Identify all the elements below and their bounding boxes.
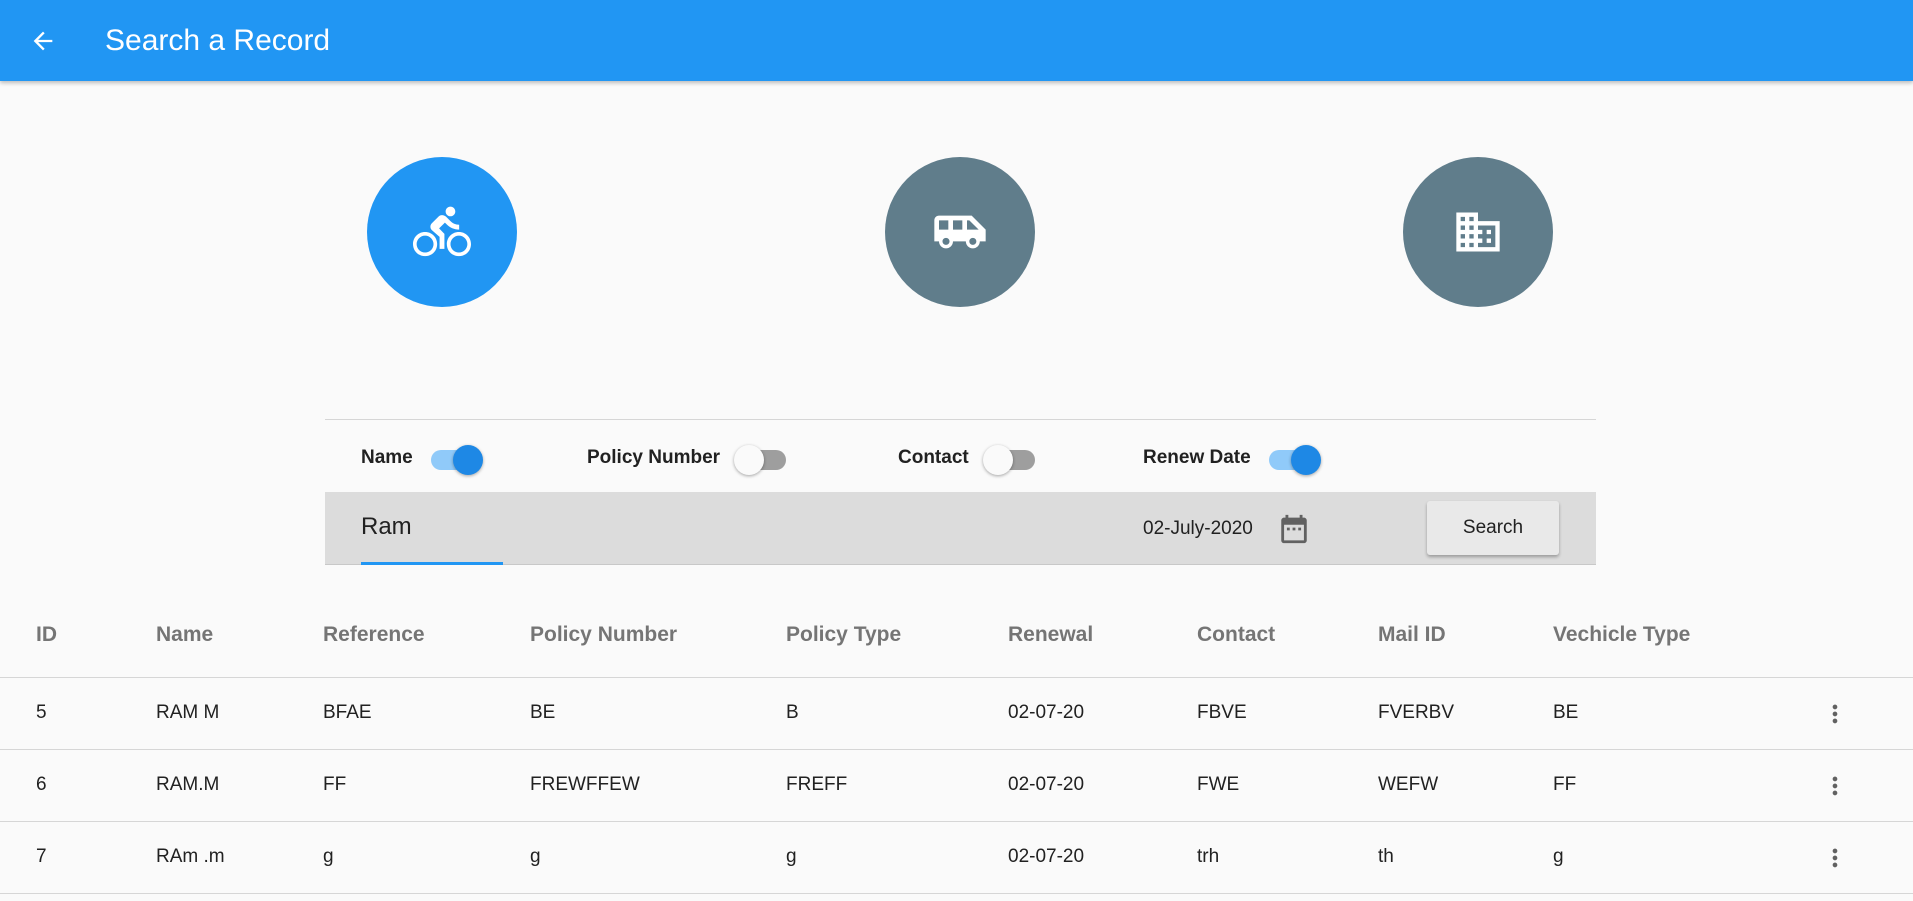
cell-vehicle-type: FF: [1553, 774, 1577, 795]
building-icon: [1456, 212, 1500, 252]
renew-date-filter: Renew Date: [1143, 442, 1321, 475]
filter-toggle-row: Name Policy Number Contact Renew Date: [325, 420, 1596, 492]
column-header-contact[interactable]: Contact: [1197, 623, 1275, 647]
results-table: ID Name Reference Policy Number Policy T…: [0, 599, 1913, 894]
cell-vehicle-type: g: [1553, 846, 1564, 867]
table-row[interactable]: 7 RAm .m g g g 02-07-20 trh th g: [0, 822, 1913, 894]
column-header-reference[interactable]: Reference: [323, 623, 425, 647]
van-category-button[interactable]: [885, 157, 1035, 307]
column-header-name[interactable]: Name: [156, 623, 213, 647]
contact-filter: Contact: [898, 442, 1039, 475]
renew-date-filter-switch[interactable]: [1265, 442, 1321, 475]
cell-policy-type: B: [786, 702, 799, 723]
row-menu-button[interactable]: [1820, 768, 1850, 804]
cell-id: 6: [36, 774, 47, 795]
column-header-vehicle-type[interactable]: Vechicle Type: [1553, 623, 1690, 647]
cell-name: RAM M: [156, 702, 220, 723]
cell-id: 5: [36, 702, 47, 723]
column-header-id[interactable]: ID: [36, 623, 57, 647]
cell-vehicle-type: BE: [1553, 702, 1579, 723]
cell-reference: g: [323, 846, 334, 867]
cell-reference: FF: [323, 774, 347, 795]
column-header-policy-type[interactable]: Policy Type: [786, 623, 901, 647]
cell-renewal: 02-07-20: [1008, 774, 1085, 795]
column-header-policy-number[interactable]: Policy Number: [530, 623, 677, 647]
van-icon: [934, 215, 986, 249]
bicycle-icon: [413, 206, 471, 257]
search-button[interactable]: Search: [1427, 501, 1559, 555]
cell-mail-id: WEFW: [1378, 774, 1439, 795]
cell-contact: FWE: [1197, 774, 1240, 795]
back-button[interactable]: [22, 20, 64, 62]
date-picker-button[interactable]: [1277, 512, 1311, 546]
arrow-back-icon: [33, 31, 53, 50]
renew-date-filter-label: Renew Date: [1143, 447, 1251, 468]
more-vertical-icon: [1832, 704, 1838, 724]
policy-number-filter-switch[interactable]: [734, 442, 790, 475]
name-filter: Name: [361, 442, 483, 475]
table-header-row: ID Name Reference Policy Number Policy T…: [0, 599, 1913, 678]
cell-mail-id: th: [1378, 846, 1394, 867]
cell-contact: FBVE: [1197, 702, 1247, 723]
cell-policy-number: BE: [530, 702, 556, 723]
contact-filter-switch[interactable]: [982, 442, 1039, 475]
contact-filter-label: Contact: [898, 447, 969, 468]
cell-name: RAM.M: [156, 774, 220, 795]
name-search-input[interactable]: [361, 508, 761, 546]
page-title: Search a Record: [105, 23, 331, 57]
cell-renewal: 02-07-20: [1008, 702, 1085, 723]
policy-number-filter: Policy Number: [587, 442, 790, 475]
name-filter-label: Name: [361, 447, 413, 468]
cell-renewal: 02-07-20: [1008, 846, 1085, 867]
cell-policy-type: FREFF: [786, 774, 848, 795]
table-row[interactable]: 5 RAM M BFAE BE B 02-07-20 FBVE FVERBV B…: [0, 678, 1913, 750]
search-filter-panel: Name Policy Number Contact Renew Date Ra…: [325, 419, 1596, 565]
cell-policy-number: g: [530, 846, 541, 867]
column-header-renewal[interactable]: Renewal: [1008, 623, 1093, 647]
cell-mail-id: FVERBV: [1378, 702, 1455, 723]
cell-reference: BFAE: [323, 702, 372, 723]
policy-number-filter-label: Policy Number: [587, 447, 721, 468]
cell-policy-type: g: [786, 846, 797, 867]
row-menu-button[interactable]: [1820, 840, 1850, 876]
cell-contact: trh: [1197, 846, 1220, 867]
cell-policy-number: FREWFFEW: [530, 774, 640, 795]
cell-id: 7: [36, 846, 47, 867]
name-filter-switch[interactable]: [427, 442, 483, 475]
more-vertical-icon: [1832, 776, 1838, 796]
search-input-row: 02-July-2020 Search: [325, 492, 1596, 565]
table-row[interactable]: 6 RAM.M FF FREWFFEW FREFF 02-07-20 FWE W…: [0, 750, 1913, 822]
row-menu-button[interactable]: [1820, 696, 1850, 732]
column-header-mail-id[interactable]: Mail ID: [1378, 623, 1446, 647]
calendar-icon: [1281, 514, 1307, 544]
more-vertical-icon: [1832, 848, 1838, 868]
building-category-button[interactable]: [1403, 157, 1553, 307]
input-focus-underline: [361, 562, 503, 565]
cell-name: RAm .m: [156, 846, 225, 867]
app-bar: Search a Record: [0, 0, 1913, 81]
renew-date-value: 02-July-2020: [1143, 518, 1253, 539]
bicycle-category-button[interactable]: [367, 157, 517, 307]
